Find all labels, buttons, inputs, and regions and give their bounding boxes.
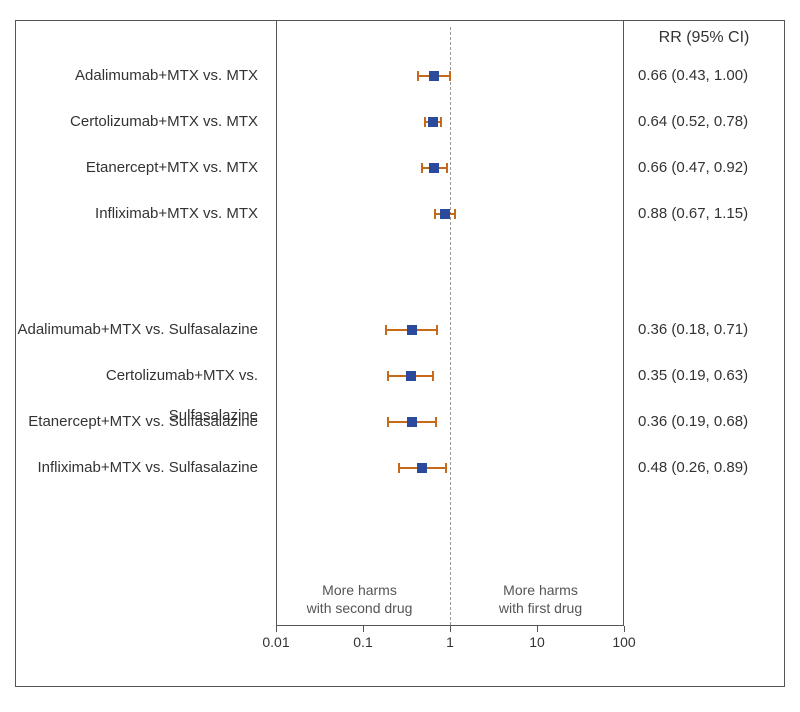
ci-cap [385,325,387,335]
x-axis: 0.010.1110100 [276,626,624,686]
row-value: 0.88 (0.67, 1.15) [624,194,784,234]
x-tick [537,626,538,632]
row-label: Certolizumab+MTX vs. Sulfasalazine [16,356,276,396]
ci-cap [446,163,448,173]
x-tick [450,626,451,632]
ci-cap [417,71,419,81]
row-label: Adalimumab+MTX vs. MTX [16,56,276,96]
row-label: Certolizumab+MTX vs. MTX [16,102,276,142]
ci-cap [445,463,447,473]
point-estimate [440,209,450,219]
row-value: 0.36 (0.19, 0.68) [624,402,784,442]
row-value: 0.36 (0.18, 0.71) [624,310,784,350]
x-tick [624,626,625,632]
row-value: 0.35 (0.19, 0.63) [624,356,784,396]
point-estimate [417,463,427,473]
row-label: Adalimumab+MTX vs. Sulfasalazine [16,310,276,350]
x-tick [363,626,364,632]
direction-left: More harmswith second drug [277,582,450,617]
row-label: Etanercept+MTX vs. MTX [16,148,276,188]
point-estimate [406,371,416,381]
point-estimate [407,325,417,335]
row-value: 0.66 (0.43, 1.00) [624,56,784,96]
x-tick-label: 0.01 [262,634,289,650]
row-label: Infliximab+MTX vs. Sulfasalazine [16,448,276,488]
ci-cap [435,417,437,427]
ci-cap [449,71,451,81]
point-estimate [407,417,417,427]
x-tick-label: 0.1 [353,634,372,650]
ci-cap [398,463,400,473]
ci-cap [434,209,436,219]
ci-cap [432,371,434,381]
row-label: Etanercept+MTX vs. Sulfasalazine [16,402,276,442]
ci-cap [436,325,438,335]
ci-cap [387,417,389,427]
row-value: 0.48 (0.26, 0.89) [624,448,784,488]
row-label: Infliximab+MTX vs. MTX [16,194,276,234]
row-value: 0.64 (0.52, 0.78) [624,102,784,142]
row-value: 0.66 (0.47, 0.92) [624,148,784,188]
plot-area: More harmswith second drug More harmswit… [276,21,624,626]
labels-column: Adalimumab+MTX vs. MTX Certolizumab+MTX v… [16,21,276,626]
values-column: 0.66 (0.43, 1.00) 0.64 (0.52, 0.78) 0.66 (… [624,21,784,626]
direction-labels: More harmswith second drug More harmswit… [277,582,623,617]
ci-cap [424,117,426,127]
ci-cap [421,163,423,173]
x-tick-label: 10 [529,634,545,650]
ci-cap [387,371,389,381]
point-estimate [429,163,439,173]
direction-right: More harmswith first drug [450,582,623,617]
x-tick-label: 100 [612,634,635,650]
x-tick [276,626,277,632]
point-estimate [429,71,439,81]
forest-plot: RR (95% CI) Adalimumab+MTX vs. MTXCertol… [15,20,785,687]
ci-cap [454,209,456,219]
point-estimate [428,117,438,127]
ci-cap [440,117,442,127]
x-tick-label: 1 [446,634,454,650]
